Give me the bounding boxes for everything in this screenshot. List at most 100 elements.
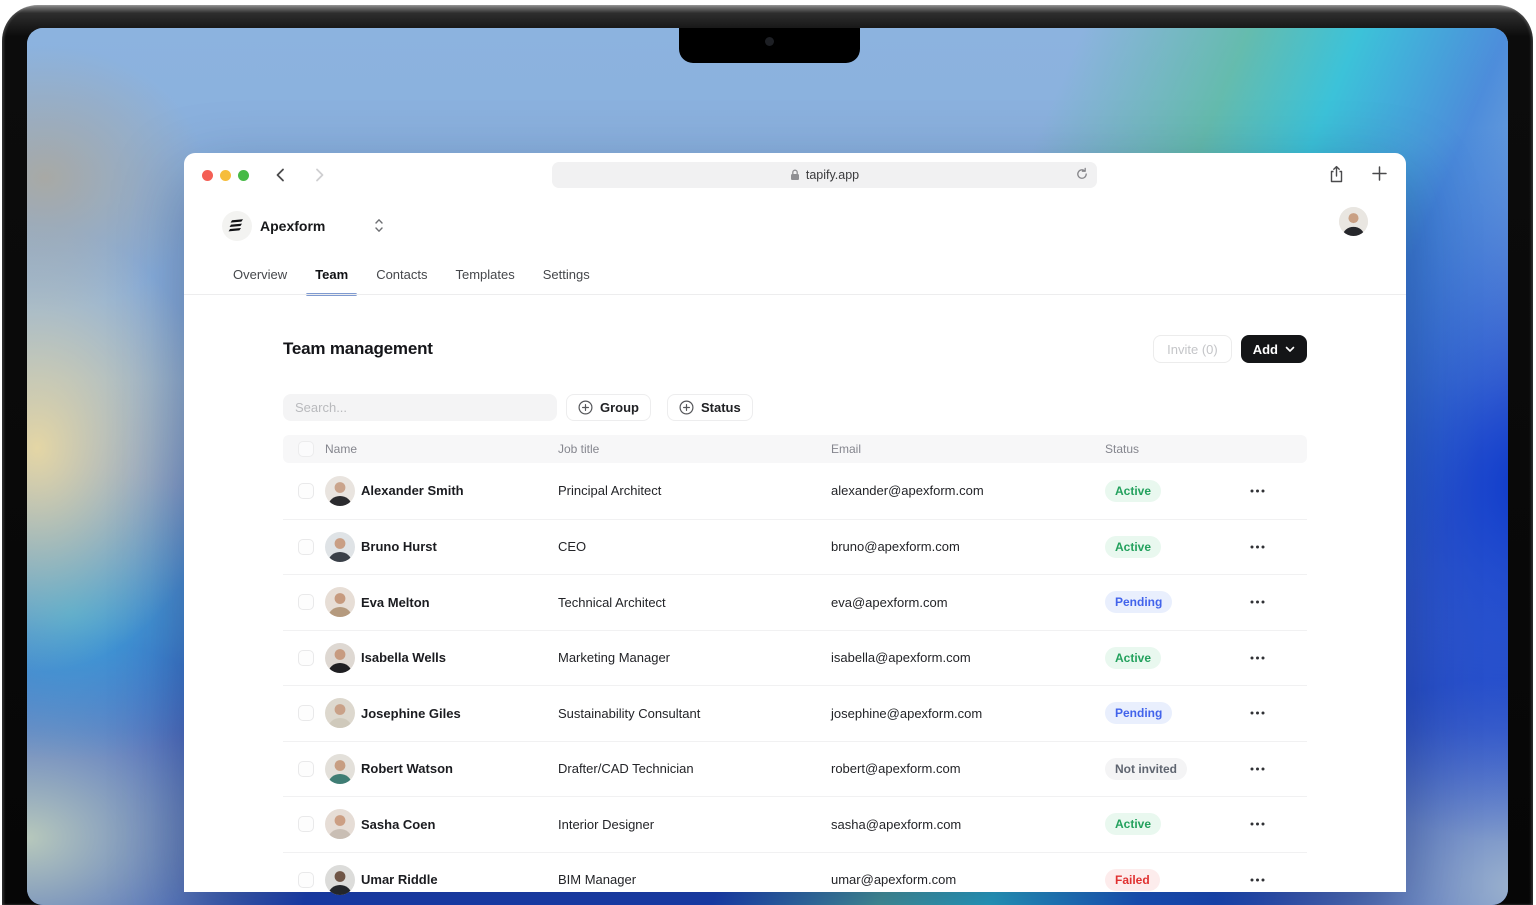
browser-toolbar: tapify.app — [184, 153, 1406, 197]
member-name: Umar Riddle — [361, 872, 438, 887]
traffic-light-close-button[interactable] — [202, 170, 213, 181]
member-job-title: CEO — [558, 539, 831, 554]
row-checkbox[interactable] — [298, 594, 314, 610]
share-icon[interactable] — [1328, 165, 1345, 189]
forward-button[interactable] — [310, 166, 328, 184]
status-badge: Not invited — [1105, 758, 1187, 780]
member-email: sasha@apexform.com — [831, 817, 1105, 832]
member-job-title: Sustainability Consultant — [558, 706, 831, 721]
traffic-light-zoom-button[interactable] — [238, 170, 249, 181]
member-job-title: Technical Architect — [558, 595, 831, 610]
table-row: Bruno HurstCEObruno@apexform.comActive — [283, 519, 1307, 575]
table-row: Eva MeltonTechnical Architecteva@apexfor… — [283, 574, 1307, 630]
member-email: umar@apexform.com — [831, 872, 1105, 887]
table-row: Sasha CoenInterior Designersasha@apexfor… — [283, 796, 1307, 852]
plus-circle-icon — [578, 400, 593, 415]
add-button-label: Add — [1253, 342, 1278, 357]
tab-contacts[interactable]: Contacts — [376, 261, 427, 295]
row-checkbox[interactable] — [298, 483, 314, 499]
search-input[interactable] — [283, 394, 557, 421]
row-menu-button[interactable] — [1250, 814, 1284, 834]
member-job-title: Drafter/CAD Technician — [558, 761, 831, 776]
page-title: Team management — [283, 339, 433, 359]
row-checkbox[interactable] — [298, 650, 314, 666]
member-email: eva@apexform.com — [831, 595, 1105, 610]
workspace-logo-icon — [222, 211, 252, 241]
group-filter-label: Group — [600, 400, 639, 415]
team-table: Name Job title Email Status Alexander Sm… — [283, 435, 1307, 905]
row-menu-button[interactable] — [1250, 592, 1284, 612]
user-avatar[interactable] — [1339, 207, 1368, 236]
ellipsis-icon — [1250, 489, 1265, 493]
member-name: Josephine Giles — [361, 706, 461, 721]
avatar — [325, 643, 355, 673]
status-badge: Active — [1105, 813, 1161, 835]
new-tab-button[interactable] — [1371, 165, 1388, 189]
add-button[interactable]: Add — [1241, 335, 1307, 363]
member-name: Isabella Wells — [361, 650, 446, 665]
table-row: Umar Riddle BIM Managerumar@apexform.comF… — [283, 852, 1307, 905]
main-content: Team management Invite (0) Add Group — [283, 295, 1307, 892]
avatar — [325, 865, 355, 895]
laptop-screen: tapify.app — [27, 28, 1508, 905]
member-email: isabella@apexform.com — [831, 650, 1105, 665]
member-name: Robert Watson — [361, 761, 453, 776]
column-header-email: Email — [831, 442, 1105, 456]
status-badge: Active — [1105, 536, 1161, 558]
column-header-status: Status — [1105, 442, 1250, 456]
row-checkbox[interactable] — [298, 705, 314, 721]
member-email: bruno@apexform.com — [831, 539, 1105, 554]
browser-window: tapify.app — [184, 153, 1406, 892]
tab-settings[interactable]: Settings — [543, 261, 590, 295]
ellipsis-icon — [1250, 822, 1265, 826]
lock-icon — [790, 169, 800, 181]
status-badge: Failed — [1105, 869, 1160, 891]
chevron-down-icon — [1285, 346, 1295, 353]
member-name: Sasha Coen — [361, 817, 435, 832]
select-all-checkbox[interactable] — [298, 441, 314, 457]
tab-team[interactable]: Team — [315, 261, 348, 295]
address-text: tapify.app — [806, 168, 859, 182]
row-checkbox[interactable] — [298, 539, 314, 555]
traffic-light-minimize-button[interactable] — [220, 170, 231, 181]
row-checkbox[interactable] — [298, 761, 314, 777]
member-email: robert@apexform.com — [831, 761, 1105, 776]
row-checkbox[interactable] — [298, 872, 314, 888]
member-job-title: Principal Architect — [558, 483, 831, 498]
ellipsis-icon — [1250, 600, 1265, 604]
notch — [679, 28, 860, 63]
table-row: Isabella Wells Marketing Managerisabella@… — [283, 630, 1307, 686]
tab-templates[interactable]: Templates — [456, 261, 515, 295]
ellipsis-icon — [1250, 711, 1265, 715]
member-name: Alexander Smith — [361, 483, 464, 498]
invite-button[interactable]: Invite (0) — [1153, 335, 1232, 363]
row-menu-button[interactable] — [1250, 759, 1284, 779]
member-email: alexander@apexform.com — [831, 483, 1105, 498]
address-bar[interactable]: tapify.app — [552, 162, 1097, 188]
workspace-switcher-icon[interactable] — [374, 218, 384, 238]
status-badge: Active — [1105, 647, 1161, 669]
tab-overview[interactable]: Overview — [233, 261, 287, 295]
ellipsis-icon — [1250, 878, 1265, 882]
member-job-title: BIM Manager — [558, 872, 831, 887]
back-button[interactable] — [272, 166, 290, 184]
row-menu-button[interactable] — [1250, 481, 1284, 501]
member-email: josephine@apexform.com — [831, 706, 1105, 721]
row-menu-button[interactable] — [1250, 648, 1284, 668]
avatar — [325, 809, 355, 839]
row-checkbox[interactable] — [298, 816, 314, 832]
ellipsis-icon — [1250, 656, 1265, 660]
avatar — [325, 754, 355, 784]
row-menu-button[interactable] — [1250, 870, 1284, 890]
table-row: Alexander Smith Principal Architectalexan… — [283, 463, 1307, 519]
plus-circle-icon — [679, 400, 694, 415]
row-menu-button[interactable] — [1250, 703, 1284, 723]
row-menu-button[interactable] — [1250, 537, 1284, 557]
group-filter-button[interactable]: Group — [566, 394, 651, 421]
reload-button[interactable] — [1075, 167, 1089, 184]
status-badge: Active — [1105, 480, 1161, 502]
avatar — [325, 476, 355, 506]
member-job-title: Marketing Manager — [558, 650, 831, 665]
status-filter-button[interactable]: Status — [667, 394, 753, 421]
ellipsis-icon — [1250, 767, 1265, 771]
